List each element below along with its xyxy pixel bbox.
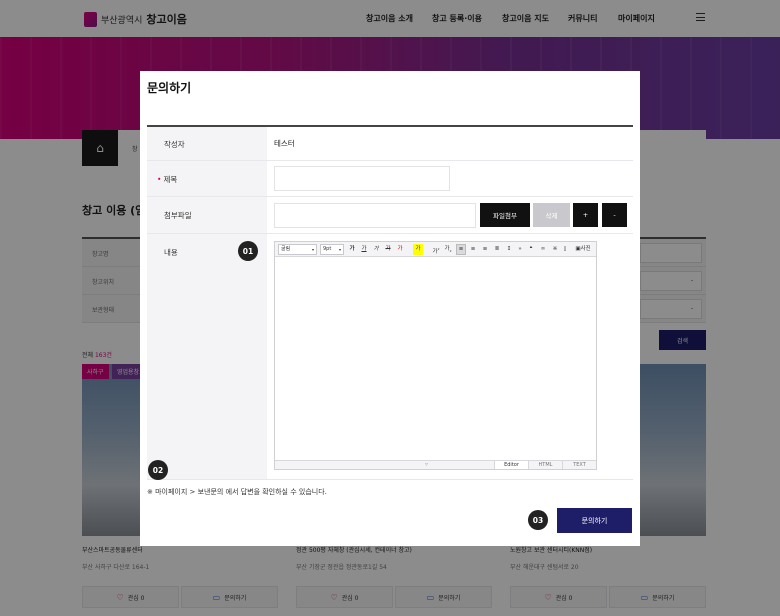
link-icon[interactable]: ∞ — [538, 244, 548, 255]
chevron-down-icon: ▾ — [338, 247, 341, 252]
align-right-icon[interactable]: ≡ — [480, 244, 490, 255]
align-justify-icon[interactable]: ≣ — [492, 244, 502, 255]
font-color-icon[interactable]: 가 — [395, 244, 405, 255]
remove-file-button[interactable]: - — [602, 203, 627, 227]
editor-content-area[interactable] — [275, 258, 596, 461]
content-label: 내용 — [164, 248, 178, 257]
step-badge-02: 02 — [148, 460, 168, 480]
step-badge-03: 03 — [528, 510, 548, 530]
chevron-down-icon: ▾ — [311, 247, 314, 252]
font-family-value: 굴림 — [281, 246, 291, 252]
attach-file-input[interactable] — [274, 203, 476, 228]
notice-text: ※ 마이페이지 > 보낸문의 에서 답변을 확인하실 수 있습니다. — [147, 488, 327, 496]
subject-label: 제목 — [163, 175, 178, 184]
subject-input[interactable] — [274, 166, 450, 191]
highlight-icon[interactable]: 가 — [413, 244, 423, 255]
required-mark: • — [157, 175, 162, 184]
photo-label: 사진 — [580, 246, 591, 252]
tab-editor[interactable]: Editor — [494, 461, 528, 469]
more-icon[interactable]: » — [516, 244, 524, 255]
add-file-button[interactable]: + — [573, 203, 598, 227]
submit-inquiry-button[interactable]: 문의하기 — [557, 508, 632, 533]
inquiry-modal: 문의하기 작성자 테스터 • 제목 첨부파일 파일첨부 삭제 + - 내용 01 … — [140, 71, 640, 546]
align-left-icon[interactable]: ≡ — [456, 244, 466, 255]
font-size-value: 9pt — [323, 246, 332, 252]
photo-button[interactable]: ▣사진 — [571, 244, 595, 255]
writer-label: 작성자 — [164, 140, 185, 149]
superscript-icon[interactable]: 가2 — [430, 244, 442, 255]
underline-icon[interactable]: 가 — [359, 244, 369, 255]
subject-label-row: • 제목 — [157, 174, 177, 185]
tab-text[interactable]: TEXT — [562, 461, 596, 469]
file-attach-button[interactable]: 파일첨부 — [480, 203, 530, 227]
table-icon[interactable]: ▯ — [561, 244, 569, 255]
row-divider — [147, 196, 633, 197]
tab-html[interactable]: HTML — [528, 461, 562, 469]
align-center-icon[interactable]: ≡ — [468, 244, 478, 255]
editor-toolbar: 굴림 ▾ 9pt ▾ 가 가 가 가 가 가 가2 가2 ≡ ≡ ≡ ≣ ↕ » ❝… — [275, 242, 596, 257]
special-char-icon[interactable]: ※ — [550, 244, 560, 255]
editor-footer: ▿ Editor HTML TEXT — [275, 460, 596, 469]
subscript-icon[interactable]: 가2 — [442, 244, 454, 255]
attach-label: 첨부파일 — [164, 211, 192, 220]
font-family-select[interactable]: 굴림 ▾ — [278, 244, 317, 255]
quote-icon[interactable]: ❝ — [526, 244, 536, 255]
bold-icon[interactable]: 가 — [347, 244, 357, 255]
writer-value: 테스터 — [274, 139, 295, 148]
resize-handle-icon[interactable]: ▿ — [425, 461, 428, 469]
step-badge-01: 01 — [238, 241, 258, 261]
row-divider — [147, 160, 633, 161]
delete-file-button[interactable]: 삭제 — [533, 203, 570, 227]
row-divider — [147, 233, 633, 234]
italic-icon[interactable]: 가 — [371, 244, 381, 255]
row-divider — [147, 479, 633, 480]
line-height-icon[interactable]: ↕ — [504, 244, 514, 255]
strikethrough-icon[interactable]: 가 — [383, 244, 393, 255]
font-size-select[interactable]: 9pt ▾ — [320, 244, 344, 255]
content-editor: 굴림 ▾ 9pt ▾ 가 가 가 가 가 가 가2 가2 ≡ ≡ ≡ ≣ ↕ » ❝… — [274, 241, 597, 470]
modal-title: 문의하기 — [147, 81, 192, 95]
